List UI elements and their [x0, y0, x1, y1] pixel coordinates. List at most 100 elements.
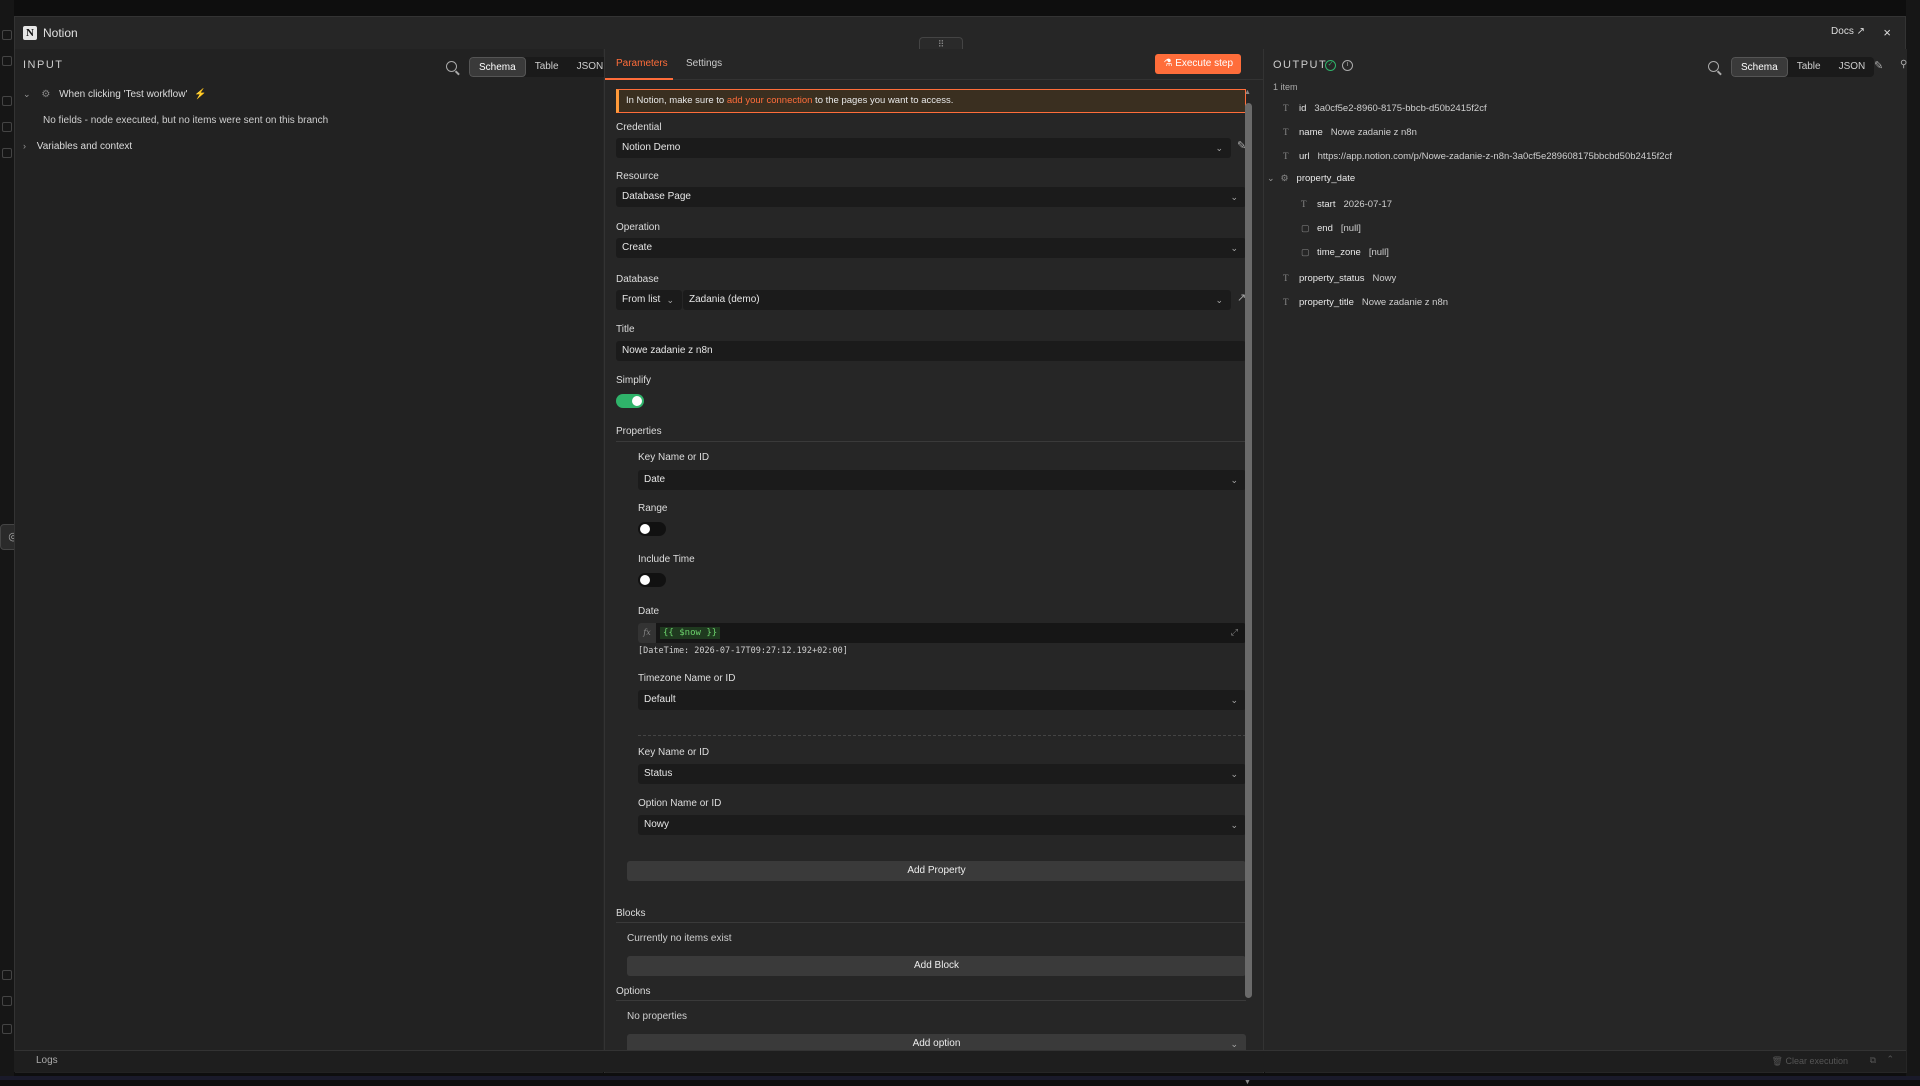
- parameters-panel: Parameters Settings ⚗ Execute step In No…: [604, 49, 1264, 1086]
- chevron-down-icon: ⌄: [1230, 192, 1238, 202]
- chevron-right-icon[interactable]: ›: [23, 141, 26, 151]
- field-key: start: [1317, 199, 1336, 210]
- database-mode-select[interactable]: From list ⌄: [616, 290, 682, 310]
- execute-step-label: Execute step: [1175, 58, 1233, 69]
- chevron-down-icon[interactable]: ⌄: [1267, 173, 1275, 183]
- timezone-value: Default: [644, 694, 676, 705]
- option-value: Nowy: [644, 819, 670, 830]
- object-type-icon: ⚙: [1280, 173, 1289, 183]
- table-tab[interactable]: Table: [526, 57, 568, 77]
- user-icon[interactable]: [2, 122, 12, 132]
- blocks-empty-text: Currently no items exist: [627, 933, 732, 944]
- search-icon[interactable]: [1708, 61, 1719, 72]
- stats-icon[interactable]: [2, 996, 12, 1006]
- operation-select[interactable]: Create ⌄: [616, 238, 1246, 258]
- docs-link[interactable]: Docs ↗: [1831, 26, 1865, 37]
- tab-parameters[interactable]: Parameters: [616, 58, 668, 69]
- property-key-select[interactable]: Date ⌄: [638, 470, 1246, 490]
- node-title[interactable]: Notion: [43, 26, 78, 40]
- popout-icon[interactable]: ⧉: [1870, 1055, 1876, 1066]
- clear-execution-button[interactable]: 🗑 Clear execution: [1772, 1056, 1848, 1067]
- scroll-down-icon[interactable]: ▼: [1244, 1079, 1251, 1086]
- resource-select[interactable]: Database Page ⌄: [616, 187, 1246, 207]
- info-icon[interactable]: i: [1342, 60, 1353, 71]
- edit-output-icon[interactable]: ✎: [1874, 59, 1883, 72]
- option-select[interactable]: Nowy ⌄: [638, 815, 1246, 835]
- scroll-thumb[interactable]: [1245, 103, 1252, 998]
- logs-toggle[interactable]: Logs: [36, 1055, 58, 1066]
- add-connection-link[interactable]: add your connection: [727, 95, 813, 106]
- database-value: Zadania (demo): [689, 294, 760, 305]
- search-icon[interactable]: [446, 61, 457, 72]
- home-icon[interactable]: [2, 96, 12, 106]
- expand-icon[interactable]: ⤢: [1231, 623, 1238, 643]
- credential-select[interactable]: Notion Demo ⌄: [616, 138, 1231, 158]
- params-scrollbar[interactable]: ▲ ▼: [1244, 89, 1252, 1086]
- database-select[interactable]: Zadania (demo) ⌄: [683, 290, 1231, 310]
- clear-execution-label: Clear execution: [1785, 1056, 1848, 1066]
- close-icon[interactable]: ×: [1883, 25, 1891, 40]
- add-property-button[interactable]: Add Property: [627, 861, 1246, 881]
- settings-icon[interactable]: [2, 970, 12, 980]
- output-field-row: Turl https://app.notion.com/p/Nowe-zadani…: [1283, 151, 1672, 162]
- connection-notice: In Notion, make sure to add your connect…: [616, 89, 1246, 113]
- title-label: Title: [616, 324, 635, 335]
- range-toggle[interactable]: [638, 522, 666, 536]
- chevron-down-icon: ⌄: [1230, 475, 1238, 485]
- chevron-down-icon[interactable]: ⌄: [23, 89, 31, 99]
- schema-tab[interactable]: Schema: [469, 57, 526, 77]
- field-value: 2026-07-17: [1343, 199, 1393, 210]
- property2-key-select[interactable]: Status ⌄: [638, 764, 1246, 784]
- chat-icon[interactable]: [2, 148, 12, 158]
- add-option-label: Add option: [912, 1038, 961, 1049]
- title-input[interactable]: Nowe zadanie z n8n: [616, 341, 1246, 361]
- active-tab-indicator: [605, 78, 673, 80]
- input-panel: INPUT Schema Table JSON ⌄ ⚙ When clickin…: [15, 49, 613, 1073]
- simplify-toggle[interactable]: [616, 394, 644, 408]
- date-expression: {{ $now }}: [660, 627, 721, 639]
- logs-footer: Logs 🗑 Clear execution ⧉ ⌃: [14, 1050, 1906, 1072]
- null-type-icon: ▢: [1301, 223, 1310, 233]
- date-label: Date: [638, 606, 660, 617]
- output-field-row: ▢ end [null]: [1301, 223, 1361, 234]
- chevron-down-icon: ⌄: [1230, 769, 1238, 779]
- table-tab[interactable]: Table: [1788, 57, 1830, 77]
- output-object-row[interactable]: ⌄ ⚙ property_date: [1267, 173, 1363, 184]
- trigger-label: When clicking 'Test workflow': [59, 89, 188, 100]
- credential-value: Notion Demo: [622, 142, 681, 153]
- search-icon[interactable]: [2, 30, 12, 40]
- date-expression-input[interactable]: fx {{ $now }} ⤢: [638, 623, 1246, 643]
- schema-tab[interactable]: Schema: [1731, 57, 1788, 77]
- add-block-button[interactable]: Add Block: [627, 956, 1246, 976]
- text-type-icon: T: [1301, 199, 1307, 209]
- credential-label: Credential: [616, 122, 662, 133]
- output-panel: OUTPUT ✓ i 1 item Schema Table JSON ✎ ⚲ …: [1265, 49, 1907, 1073]
- text-type-icon: T: [1283, 127, 1289, 137]
- text-type-icon: T: [1283, 297, 1289, 307]
- text-type-icon: T: [1283, 103, 1289, 113]
- chevron-down-icon: ⌄: [666, 295, 674, 305]
- trigger-node-row[interactable]: ⌄ ⚙ When clicking 'Test workflow' ⚡: [23, 89, 207, 100]
- field-value: Nowy: [1372, 273, 1397, 284]
- resource-label: Resource: [616, 171, 659, 182]
- help-icon[interactable]: [2, 1024, 12, 1034]
- variables-context-row[interactable]: › Variables and context: [23, 141, 132, 152]
- field-key: property_title: [1299, 297, 1354, 308]
- field-value: Nowe zadanie z n8n: [1361, 297, 1449, 308]
- timezone-select[interactable]: Default ⌄: [638, 690, 1246, 710]
- panel-icon[interactable]: [2, 56, 12, 66]
- pin-icon[interactable]: ⚲: [1900, 59, 1907, 70]
- scroll-up-icon[interactable]: ▲: [1244, 89, 1251, 96]
- field-value: 3a0cf5e2-8960-8175-bbcb-d50b2415f2cf: [1314, 103, 1487, 114]
- options-divider: [616, 1000, 1246, 1001]
- chevron-down-icon: ⌄: [1230, 695, 1238, 705]
- chevron-down-icon: ⌄: [1215, 295, 1223, 305]
- execute-step-button[interactable]: ⚗ Execute step: [1155, 54, 1241, 74]
- include-time-toggle[interactable]: [638, 573, 666, 587]
- notion-logo-icon: N: [23, 26, 37, 40]
- json-tab[interactable]: JSON: [1830, 57, 1875, 77]
- tab-settings[interactable]: Settings: [686, 58, 722, 69]
- chevron-down-icon: ⌄: [1215, 143, 1223, 153]
- chevron-up-icon[interactable]: ⌃: [1886, 1054, 1894, 1065]
- input-header: INPUT: [23, 59, 64, 71]
